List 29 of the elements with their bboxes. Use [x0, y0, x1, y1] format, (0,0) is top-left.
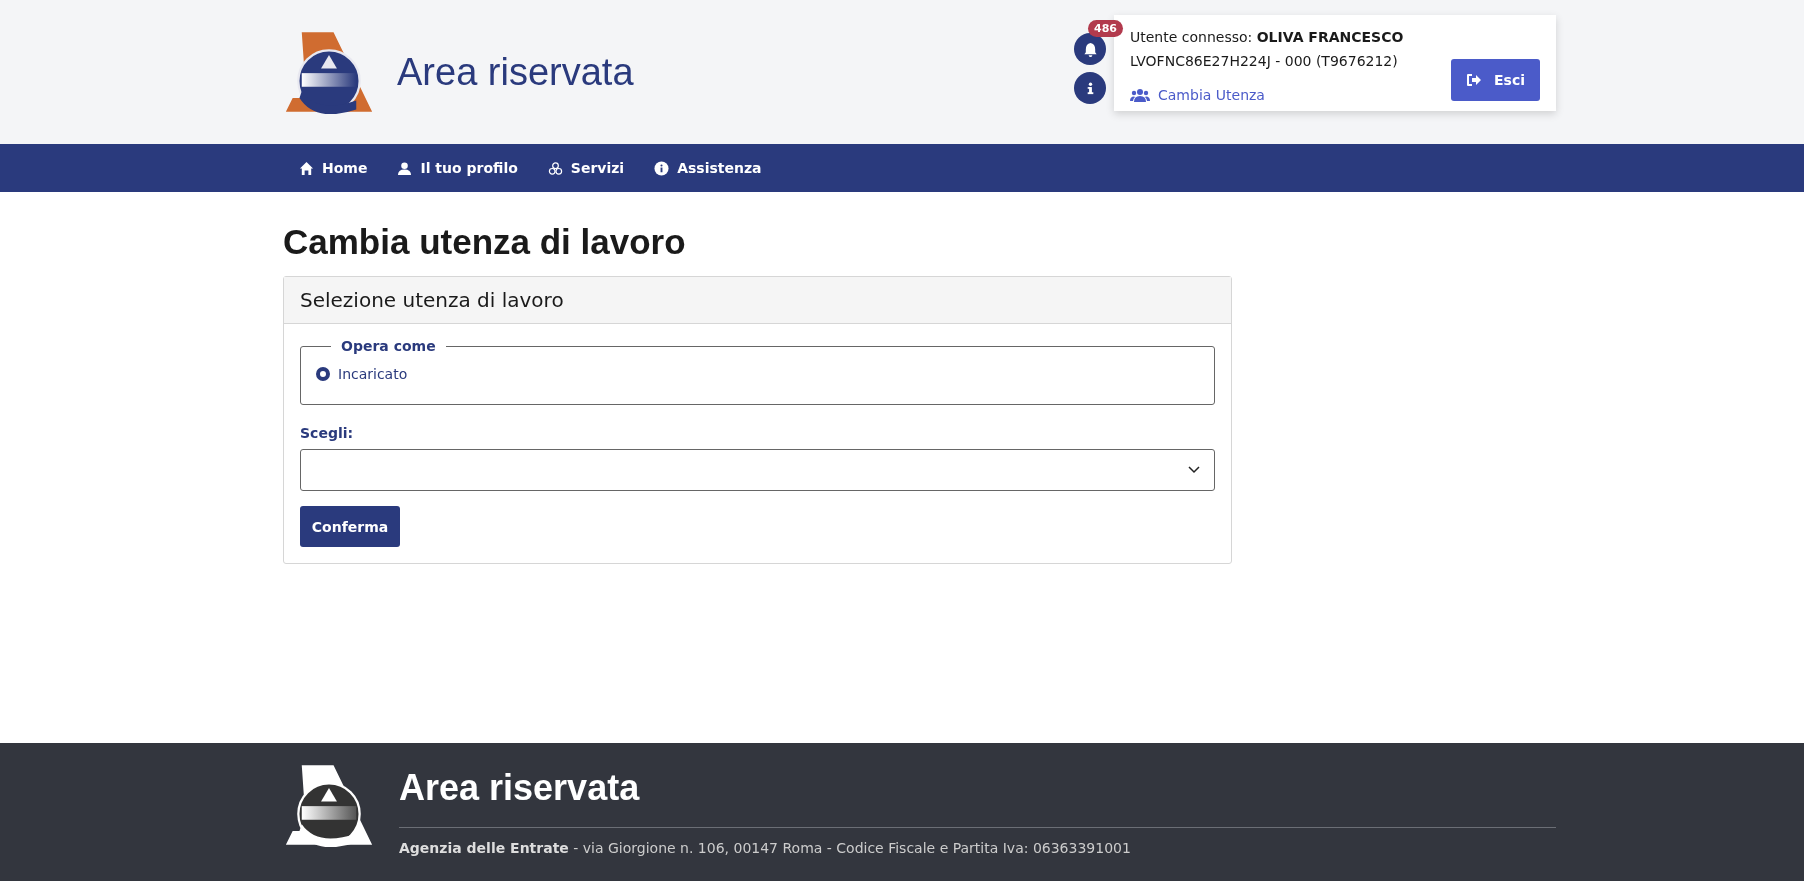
info-button[interactable] — [1074, 72, 1106, 104]
footer-title: Area riservata — [399, 767, 641, 809]
card-title: Selezione utenza di lavoro — [300, 288, 564, 312]
confirm-button[interactable]: Conferma — [300, 506, 400, 547]
sign-out-icon — [1466, 73, 1482, 87]
notifications-button[interactable] — [1074, 33, 1106, 65]
fieldset-legend: Opera come — [331, 338, 446, 354]
select-label: Scegli: — [300, 425, 355, 441]
users-icon — [1130, 88, 1150, 102]
notification-count-badge: 486 — [1088, 20, 1123, 37]
change-user-link[interactable]: Cambia Utenza — [1130, 87, 1404, 103]
user-code-text: LVOFNC86E27H224J - 000 (T9676212) — [1130, 52, 1399, 71]
nav-link[interactable]: Servizi — [547, 160, 625, 176]
nav-link[interactable]: Assistenza — [654, 160, 762, 176]
home-icon — [299, 160, 314, 176]
nav-link[interactable]: Il tuo profilo — [397, 160, 518, 176]
footer-address: Agenzia delle Entrate - via Giorgione n. 106, 00147 Roma - Codice Fiscale e Partita Iva: 06363391001 — [399, 840, 1132, 856]
bell-icon — [1082, 41, 1098, 57]
user-icon — [397, 160, 413, 176]
chevron-down-icon — [1188, 466, 1200, 474]
nav-link[interactable]: Home — [299, 160, 368, 176]
radio-option[interactable]: Incaricato — [316, 366, 1198, 382]
page-title: Cambia utenza di lavoro — [283, 222, 687, 262]
select-field[interactable] — [300, 449, 1215, 491]
radio-button[interactable] — [316, 367, 330, 381]
connected-user-text: Utente connesso: OLIVA FRANCESCO — [1130, 28, 1404, 47]
site-title: Area riservata — [397, 50, 634, 94]
logout-button[interactable]: Esci — [1451, 59, 1540, 101]
info-icon — [654, 160, 670, 176]
